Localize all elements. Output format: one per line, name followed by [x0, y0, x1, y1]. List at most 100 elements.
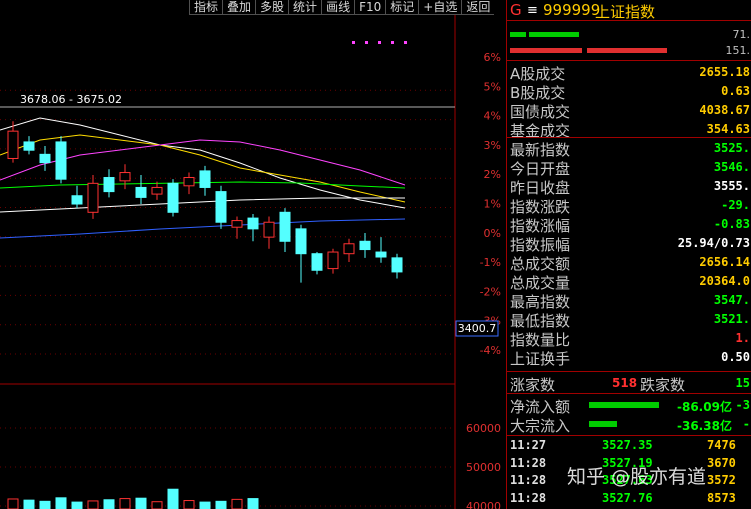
candle-body: [167, 182, 179, 213]
quote-row-value: 25.94/0.73: [677, 236, 750, 250]
legend-dot: [404, 41, 407, 44]
quote-row-value: 354.63: [706, 122, 750, 136]
candle-body: [23, 141, 35, 151]
back-button[interactable]: 返回: [461, 0, 495, 15]
quote-row-value: 3546.: [713, 160, 750, 174]
quote-row: A股成交 2655.18: [507, 63, 751, 83]
candle-body: [151, 186, 163, 195]
up-count-value: 518: [612, 376, 638, 390]
candle-body: [247, 217, 259, 230]
net-inflow-tail: -3: [735, 398, 750, 412]
candle-body: [39, 153, 51, 164]
quote-row-value: 3521.: [713, 312, 750, 326]
net-inflow-row: 净流入额 -86.09亿 -3: [507, 396, 751, 416]
quote-row-label: 国债成交: [510, 103, 571, 121]
quote-row-value: 0.63: [721, 84, 750, 98]
volume-bar: [167, 488, 179, 509]
volume-bar: [231, 498, 243, 509]
quote-row-value: -0.83: [713, 217, 750, 231]
tick-cell: 3572: [707, 473, 736, 487]
quote-row: 国债成交 4038.67: [507, 101, 751, 121]
tick-row: 11:28 3527.76 8573: [507, 491, 751, 507]
block-inflow-label: 大宗流入: [510, 417, 571, 435]
candle-body: [199, 170, 211, 188]
candle-body: [7, 130, 19, 159]
volume-bar: [7, 498, 19, 509]
candle-body: [135, 186, 147, 198]
block-inflow-value: -36.38亿: [677, 419, 732, 433]
buy-bar: [529, 32, 579, 37]
tick-cell: 11:28: [510, 455, 547, 470]
candle-body: [327, 251, 339, 270]
volume-bar: [119, 498, 131, 509]
volume-bar: [215, 500, 227, 509]
volume-bar: [55, 497, 67, 509]
volume-bar: [151, 501, 163, 509]
add-favorite-button[interactable]: +自选: [418, 0, 462, 15]
pct-tick-label: 4%: [484, 110, 501, 123]
chart-grid: [0, 0, 456, 509]
candle-body: [279, 211, 291, 242]
candle-body: [119, 172, 131, 182]
legend-dot: [378, 41, 381, 44]
candle-body: [263, 221, 275, 238]
tick-row: 11:27 3527.35 7476: [507, 438, 751, 454]
quote-row-value: 3555.: [713, 179, 750, 193]
candle-body: [295, 228, 307, 255]
tick-cell: 3527.35: [602, 438, 653, 452]
cursor-price: 3400.7: [458, 322, 497, 335]
indicator-button[interactable]: 指标: [189, 0, 223, 15]
candle-body: [391, 257, 403, 273]
candle-body: [87, 182, 99, 213]
multi-stock-button[interactable]: 多股: [255, 0, 289, 15]
quote-row-label: 今日开盘: [510, 160, 571, 178]
tick-cell: 11:28: [510, 473, 547, 487]
quote-row-label: 上证换手: [510, 350, 571, 368]
buy-bar-short: [510, 32, 526, 37]
overlay-button[interactable]: 叠加: [222, 0, 256, 15]
quote-row-label: 昨日收盘: [510, 179, 571, 197]
mark-button[interactable]: 标记: [385, 0, 419, 15]
kline-chart[interactable]: 6%5%4%3%2%1%0%-1%-2%-3%-4%60000500004000…: [0, 0, 506, 509]
pct-tick-label: 0%: [484, 227, 501, 240]
panel-header: G ≡ 999999 上证指数: [507, 0, 751, 21]
f10-button[interactable]: F10: [354, 0, 386, 15]
block-inflow-bar: [589, 421, 617, 427]
quote-row: 今日开盘 3546.: [507, 158, 751, 178]
net-inflow-label: 净流入额: [510, 398, 571, 416]
volume-bar: [23, 499, 35, 509]
candle-body: [183, 177, 195, 187]
ma-line: [0, 197, 405, 213]
net-inflow-bar: [589, 402, 659, 408]
quote-row: 总成交额 2656.14: [507, 253, 751, 273]
draw-line-button[interactable]: 画线: [321, 0, 355, 15]
candle-body: [359, 240, 371, 251]
tick-cell: 3670: [707, 455, 736, 470]
volume-bar: [71, 501, 83, 509]
volume-bar: [199, 501, 211, 509]
quote-row-value: -29.: [721, 198, 750, 212]
quote-row: 最高指数 3547.: [507, 291, 751, 311]
volume-bars: [7, 488, 259, 509]
pct-tick-label: 3%: [484, 139, 501, 152]
pct-tick-label: 2%: [484, 168, 501, 181]
legend-dot: [391, 41, 394, 44]
statistics-button[interactable]: 统计: [288, 0, 322, 15]
quote-row-value: 2656.14: [699, 255, 750, 269]
quote-row: 最低指数 3521.: [507, 310, 751, 330]
price-range-label: 3678.06 - 3675.02: [20, 93, 122, 106]
quote-row-label: 指数量比: [510, 331, 571, 349]
volume-bar: [39, 500, 51, 509]
volume-bar: [87, 500, 99, 509]
quote-row-label: B股成交: [510, 84, 566, 102]
pct-tick-label: -4%: [480, 344, 501, 357]
quote-row-label: A股成交: [510, 65, 566, 83]
net-inflow-value: -86.09亿: [677, 400, 732, 414]
vol-tick-label: 50000: [466, 461, 501, 474]
pct-tick-label: 1%: [484, 198, 501, 211]
menu-icon[interactable]: ≡: [527, 3, 538, 18]
down-count-value: 15: [735, 376, 750, 390]
quote-row-value: 0.50: [721, 350, 750, 364]
vol-tick-label: 40000: [466, 500, 501, 509]
candle-body: [375, 251, 387, 258]
